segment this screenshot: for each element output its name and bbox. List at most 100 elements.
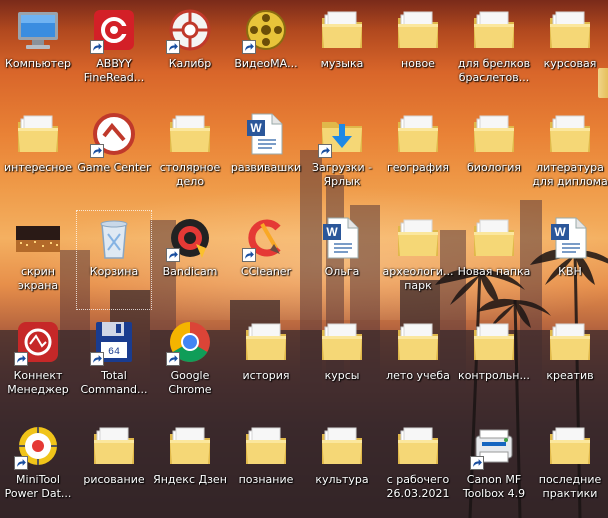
total-commander-icon: 64 bbox=[90, 318, 138, 366]
word-document-icon: W bbox=[242, 110, 290, 158]
minitool-icon bbox=[14, 422, 62, 470]
desktop-icon[interactable]: для брелков браслетов... bbox=[456, 2, 532, 102]
desktop-icon[interactable]: последние практики bbox=[532, 418, 608, 518]
desktop-icon-label: Коннект Менеджер bbox=[7, 369, 69, 396]
folder-icon bbox=[166, 110, 214, 158]
desktop-icon[interactable]: Game Center bbox=[76, 106, 152, 206]
downloads-folder-icon bbox=[318, 110, 366, 158]
desktop-icon-label: CCleaner bbox=[240, 265, 292, 278]
desktop-icon[interactable]: Загрузки - Ярлык bbox=[304, 106, 380, 206]
desktop-icon-label: Game Center bbox=[77, 161, 151, 174]
chrome-icon bbox=[166, 318, 214, 366]
desktop-icon[interactable]: ВидеоМА... bbox=[228, 2, 304, 102]
desktop-icon[interactable]: скрин экрана bbox=[0, 210, 76, 310]
folder-icon bbox=[470, 318, 518, 366]
desktop-icon[interactable]: столярное дело bbox=[152, 106, 228, 206]
desktop-icon-label: история bbox=[242, 369, 290, 382]
desktop-icon[interactable]: ABBYY FineRead... bbox=[76, 2, 152, 102]
shortcut-arrow-icon bbox=[166, 352, 180, 366]
desktop-icon[interactable]: курсы bbox=[304, 314, 380, 414]
desktop-icon[interactable]: археологи... парк bbox=[380, 210, 456, 310]
ccleaner-icon bbox=[242, 214, 290, 262]
desktop-icon[interactable]: рисование bbox=[76, 418, 152, 518]
desktop-icon[interactable]: литература для диплома bbox=[532, 106, 608, 206]
folder-icon bbox=[242, 422, 290, 470]
shortcut-arrow-icon bbox=[318, 144, 332, 158]
desktop-icon[interactable]: W КВН bbox=[532, 210, 608, 310]
desktop-icon-label: ABBYY FineRead... bbox=[83, 57, 145, 84]
desktop-icon-label: для брелков браслетов... bbox=[457, 57, 531, 84]
desktop-icon[interactable]: креатив bbox=[532, 314, 608, 414]
desktop-icon[interactable]: биология bbox=[456, 106, 532, 206]
desktop-icon[interactable]: курсовая bbox=[532, 2, 608, 102]
desktop-icon[interactable]: культура bbox=[304, 418, 380, 518]
desktop-icon-label: MiniTool Power Dat... bbox=[4, 473, 72, 500]
calibre-icon bbox=[166, 6, 214, 54]
shortcut-arrow-icon bbox=[166, 40, 180, 54]
desktop-icon-label: рисование bbox=[83, 473, 145, 486]
desktop-icon[interactable]: CCleaner bbox=[228, 210, 304, 310]
desktop-icon-label: Загрузки - Ярлык bbox=[311, 161, 373, 188]
folder-icon bbox=[166, 422, 214, 470]
desktop-icon[interactable]: интересное bbox=[0, 106, 76, 206]
desktop-icon-label: столярное дело bbox=[159, 161, 221, 188]
desktop-icon[interactable]: 64 Total Command... bbox=[76, 314, 152, 414]
desktop-icon[interactable]: Новая папка bbox=[456, 210, 532, 310]
desktop-icon-label: Компьютер bbox=[5, 57, 71, 70]
folder-icon bbox=[470, 110, 518, 158]
desktop-icon-label: с рабочего 26.03.2021 bbox=[386, 473, 450, 500]
folder-icon bbox=[318, 422, 366, 470]
desktop-icon[interactable]: Корзина bbox=[76, 210, 152, 310]
folder-icon bbox=[470, 6, 518, 54]
desktop-icon[interactable]: Google Chrome bbox=[152, 314, 228, 414]
shortcut-arrow-icon bbox=[242, 40, 256, 54]
desktop-icon-label: Новая папка bbox=[457, 265, 531, 278]
desktop-icon-label: лето учеба bbox=[386, 369, 450, 382]
shortcut-arrow-icon bbox=[90, 40, 104, 54]
desktop-icon[interactable]: Canon MF Toolbox 4.9 bbox=[456, 418, 532, 518]
desktop-icon[interactable]: контрольн... bbox=[456, 314, 532, 414]
desktop-icon-grid: Компьютер ABBYY FineRead... Калибр ВидеоМА.… bbox=[0, 0, 608, 518]
shortcut-arrow-icon bbox=[90, 144, 104, 158]
desktop-icon[interactable]: Калибр bbox=[152, 2, 228, 102]
desktop-icon-label: Total Command... bbox=[80, 369, 148, 396]
desktop-icon[interactable]: лето учеба bbox=[380, 314, 456, 414]
desktop-icon[interactable]: Bandicam bbox=[152, 210, 228, 310]
desktop-icon-label: Ольга bbox=[324, 265, 360, 278]
desktop-icon-label: скрин экрана bbox=[17, 265, 59, 292]
desktop-icon[interactable]: география bbox=[380, 106, 456, 206]
desktop-icon[interactable]: новое bbox=[380, 2, 456, 102]
desktop-icon[interactable]: Яндекс Дзен bbox=[152, 418, 228, 518]
desktop-icon-label: контрольн... bbox=[458, 369, 530, 382]
folder-icon bbox=[14, 110, 62, 158]
desktop-icon[interactable]: Компьютер bbox=[0, 2, 76, 102]
folder-icon bbox=[394, 110, 442, 158]
desktop-icon[interactable]: история bbox=[228, 314, 304, 414]
desktop-icon[interactable]: с рабочего 26.03.2021 bbox=[380, 418, 456, 518]
videomaster-icon bbox=[242, 6, 290, 54]
desktop-icon-label: интересное bbox=[3, 161, 72, 174]
desktop-icon-label: курсовая bbox=[543, 57, 597, 70]
desktop-icon[interactable]: Коннект Менеджер bbox=[0, 314, 76, 414]
folder-icon bbox=[546, 422, 594, 470]
shortcut-arrow-icon bbox=[470, 456, 484, 470]
svg-text:64: 64 bbox=[108, 347, 120, 358]
folder-icon bbox=[318, 6, 366, 54]
desktop-icon-label: литература для диплома bbox=[532, 161, 608, 188]
shortcut-arrow-icon bbox=[90, 352, 104, 366]
desktop-icon[interactable]: Wразвивашки bbox=[228, 106, 304, 206]
desktop-icon-label: география bbox=[387, 161, 449, 174]
desktop-icon[interactable]: MiniTool Power Dat... bbox=[0, 418, 76, 518]
desktop-icon-label: археологи... парк bbox=[382, 265, 454, 292]
desktop-icon-label: ВидеоМА... bbox=[234, 57, 298, 70]
shortcut-arrow-icon bbox=[242, 248, 256, 262]
folder-icon bbox=[90, 422, 138, 470]
desktop-icon-label: Bandicam bbox=[162, 265, 218, 278]
word-document-icon: W bbox=[318, 214, 366, 262]
desktop-icon[interactable]: W Ольга bbox=[304, 210, 380, 310]
desktop-icon-label: развивашки bbox=[230, 161, 302, 174]
desktop-icon[interactable]: музыка bbox=[304, 2, 380, 102]
folder-icon bbox=[394, 214, 442, 262]
desktop-icon[interactable]: познание bbox=[228, 418, 304, 518]
svg-text:W: W bbox=[250, 121, 262, 135]
